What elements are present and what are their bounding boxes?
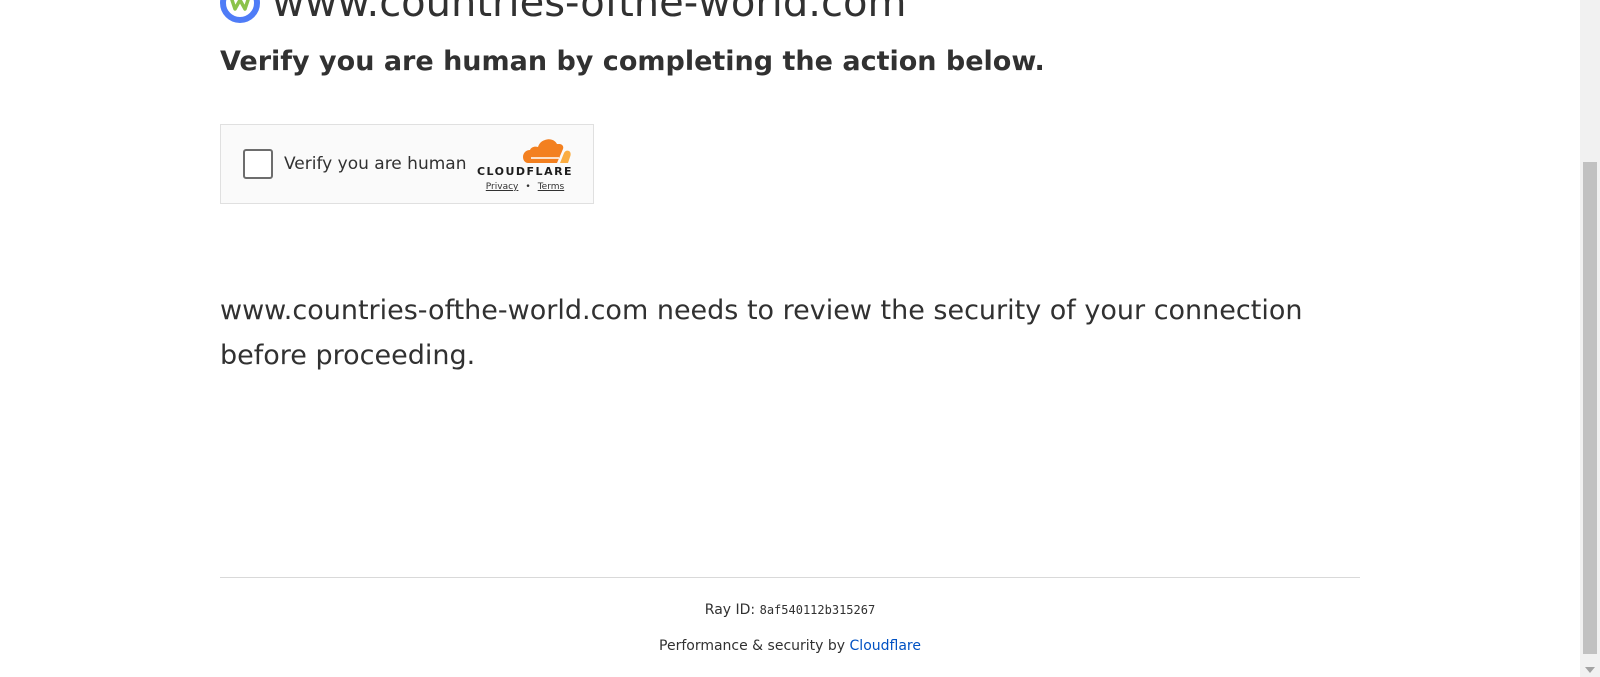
- site-title: www.countries-ofthe-world.com: [272, 0, 907, 26]
- verify-label[interactable]: Verify you are human: [284, 151, 466, 177]
- ray-id-value: 8af540112b315267: [759, 603, 876, 617]
- turnstile-widget: Verify you are human CLOUDFLARE Privacy •…: [220, 124, 594, 204]
- page: www.countries-ofthe-world.com Verify you…: [0, 0, 1600, 677]
- cloudflare-wordmark: CLOUDFLARE: [476, 165, 574, 178]
- privacy-link[interactable]: Privacy: [486, 182, 519, 192]
- site-header: www.countries-ofthe-world.com: [220, 0, 906, 30]
- scrollbar-thumb[interactable]: [1583, 162, 1597, 654]
- ray-id-label: Ray ID:: [704, 602, 756, 618]
- performance-text: Performance & security by: [659, 638, 846, 654]
- performance-line: Performance & security by Cloudflare: [220, 636, 1360, 656]
- vertical-scrollbar[interactable]: [1580, 0, 1600, 677]
- cloudflare-links: Privacy • Terms: [473, 181, 577, 193]
- scroll-down-arrow-icon[interactable]: [1585, 667, 1595, 673]
- link-separator: •: [525, 182, 531, 192]
- footer-divider: [220, 577, 1360, 578]
- page-subtitle: Verify you are human by completing the a…: [220, 46, 1045, 77]
- security-message: www.countries-ofthe-world.com needs to r…: [220, 295, 1303, 371]
- terms-link[interactable]: Terms: [538, 182, 565, 192]
- verify-checkbox[interactable]: [243, 149, 273, 179]
- cloudflare-link[interactable]: Cloudflare: [850, 638, 921, 654]
- cloudflare-cloud-icon: [523, 139, 571, 163]
- cloudflare-brand: CLOUDFLARE Privacy • Terms: [473, 137, 577, 197]
- ray-id-line: Ray ID: 8af540112b315267: [220, 600, 1360, 620]
- site-logo-icon: [220, 0, 260, 23]
